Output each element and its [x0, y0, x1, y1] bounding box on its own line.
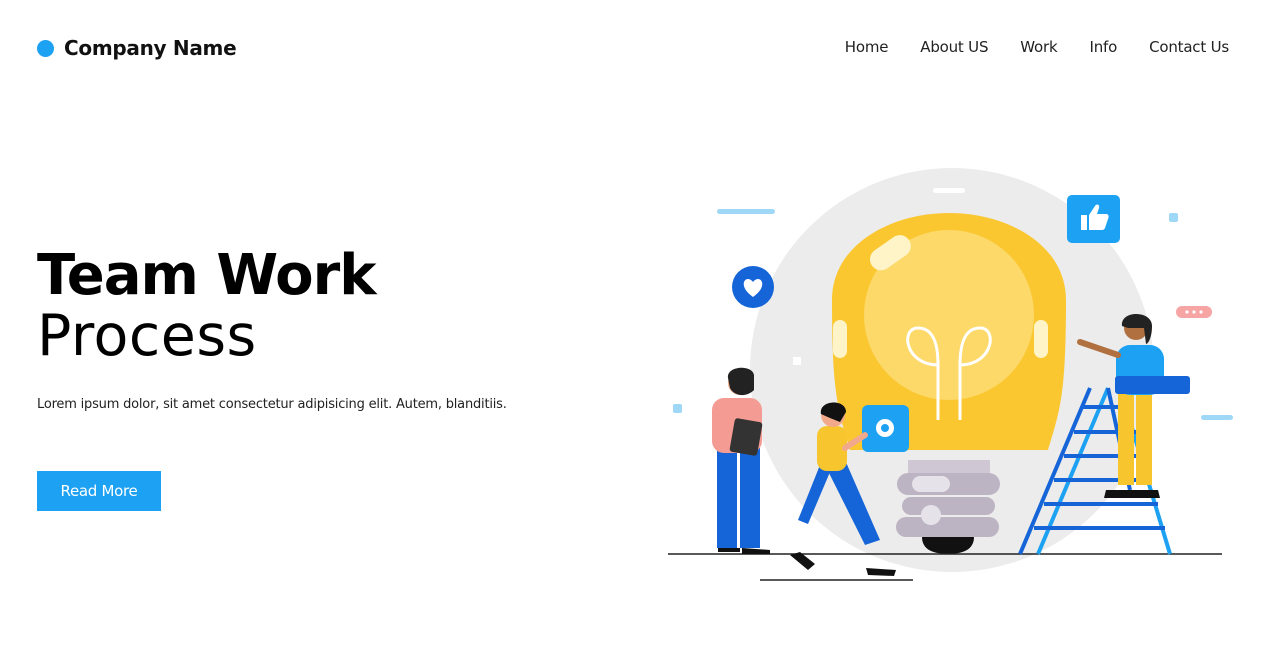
hero-title: Team Work: [37, 243, 376, 308]
hero-description: Lorem ipsum dolor, sit amet consectetur …: [37, 397, 507, 412]
hero-subtitle: Process: [37, 303, 257, 369]
nav-home[interactable]: Home: [845, 38, 889, 56]
site-header: Company Name Home About US Work Info Con…: [0, 0, 1280, 95]
main-nav: Home About US Work Info Contact Us: [845, 38, 1229, 56]
brand-logo[interactable]: Company Name: [37, 36, 237, 60]
brand-name: Company Name: [64, 36, 237, 60]
nav-info[interactable]: Info: [1089, 38, 1117, 56]
decor-dash: [717, 209, 775, 214]
chat-bubble-icon: [1176, 306, 1212, 318]
decor-square: [1169, 213, 1178, 222]
nav-about[interactable]: About US: [920, 38, 988, 56]
brand-dot-icon: [37, 39, 54, 57]
thumbs-up-icon: [1067, 195, 1120, 243]
decor-square: [793, 357, 801, 365]
teamwork-illustration: [668, 168, 1233, 581]
heart-icon: [732, 266, 774, 308]
nav-work[interactable]: Work: [1020, 38, 1057, 56]
nav-contact[interactable]: Contact Us: [1149, 38, 1229, 56]
decor-dash: [933, 188, 965, 193]
decor-dash: [1201, 415, 1233, 420]
decor-square: [673, 404, 682, 413]
read-more-button[interactable]: Read More: [37, 471, 161, 511]
